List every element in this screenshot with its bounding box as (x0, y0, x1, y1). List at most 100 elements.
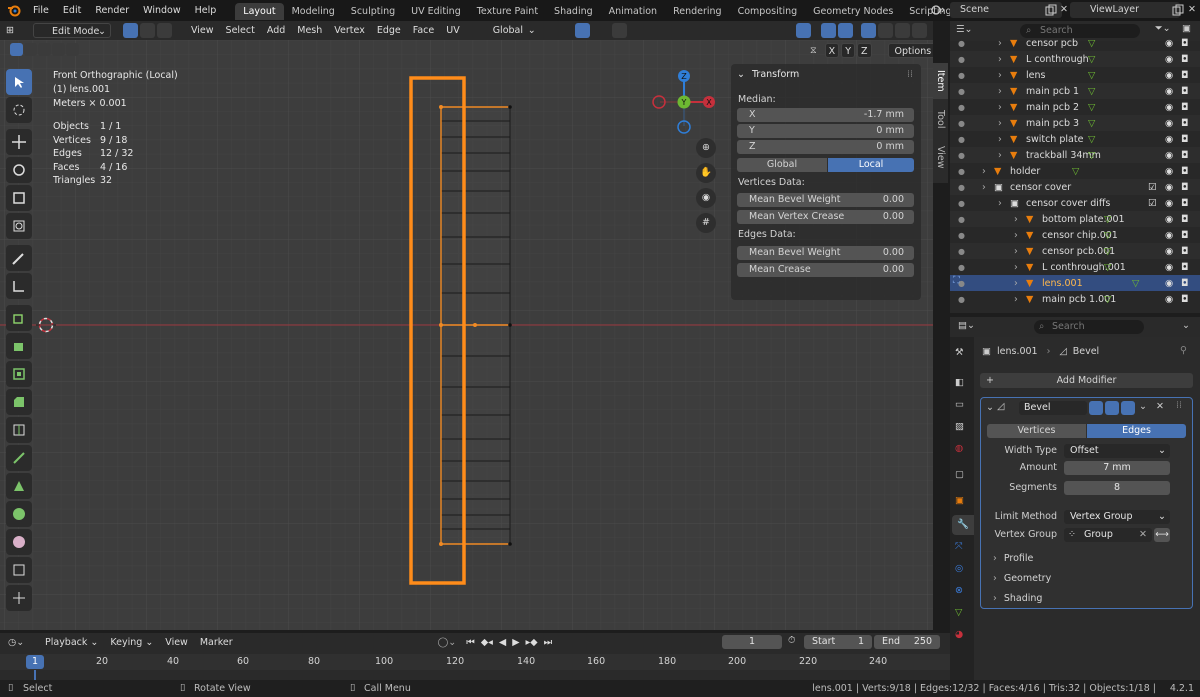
shading-rendered-icon[interactable] (911, 23, 927, 38)
snap-toggle-icon[interactable] (574, 23, 590, 38)
eye-icon[interactable]: ◉ (1165, 54, 1173, 65)
constraints-tab-icon[interactable]: ⊗ (955, 585, 963, 596)
chevron-right-icon[interactable]: › (998, 38, 1002, 49)
chevron-right-icon[interactable]: › (1014, 230, 1018, 241)
outliner-row[interactable]: ● › ▼ holder ▽ ◉ ◘ (950, 163, 1200, 179)
jump-start-icon[interactable]: ⏮ (466, 637, 475, 648)
menu-uv[interactable]: UV (441, 23, 464, 38)
edge-select-icon[interactable] (140, 23, 155, 38)
outliner-row[interactable]: ● › ▼ trackball 34mm ▽ ◉ ◘ (950, 147, 1200, 163)
extrude-icon[interactable] (6, 333, 32, 359)
jump-end-icon[interactable]: ⏭ (544, 637, 553, 648)
add-modifier-button[interactable]: + Add Modifier (980, 373, 1193, 388)
zoom-icon[interactable]: ⊕ (696, 138, 716, 158)
mode-selector[interactable]: Edit Mode ⌄ (33, 23, 111, 38)
playback-menu[interactable]: Playback ⌄ (40, 635, 103, 650)
drag-handle-icon[interactable]: ⁞⁞ (907, 69, 913, 80)
checkbox-icon[interactable]: ● (958, 55, 965, 64)
modifier-name-field[interactable]: Bevel (1019, 401, 1087, 415)
viewport-toggle-icon[interactable] (1105, 401, 1119, 415)
tab-item[interactable]: Item (933, 63, 948, 99)
data-tab-icon[interactable]: ▽ (955, 607, 962, 618)
transform-panel-header[interactable]: ⌄ Transform (737, 69, 799, 80)
properties-search-input[interactable]: ⌕ Search (1034, 320, 1144, 334)
scale-icon[interactable] (6, 185, 32, 211)
outliner-row[interactable]: ● › ▼ main pcb 1 ▽ ◉ ◘ (950, 83, 1200, 99)
move-icon[interactable] (6, 129, 32, 155)
menu-face[interactable]: Face (408, 23, 439, 38)
prev-keyframe-icon[interactable]: ◆◂ (481, 637, 493, 648)
close-icon[interactable]: ✕ (1156, 401, 1164, 412)
workspace-tab-texture-paint[interactable]: Texture Paint (469, 3, 546, 20)
camera-icon[interactable]: ◘ (1181, 246, 1189, 257)
outliner-row[interactable]: ● › ▼ switch plate ▽ ◉ ◘ (950, 131, 1200, 147)
camera-icon[interactable]: ◘ (1181, 54, 1189, 65)
menu-file[interactable]: File (26, 0, 56, 21)
eye-icon[interactable]: ◉ (1165, 230, 1173, 241)
options-button[interactable]: Options ⌄ (887, 43, 933, 58)
mirror-x-toggle[interactable]: X (824, 43, 840, 58)
view-layer-tab-icon[interactable]: ▨ (955, 421, 964, 432)
global-space-button[interactable]: Global (737, 158, 827, 172)
eye-icon[interactable]: ◉ (1165, 198, 1173, 209)
edge-slide-icon[interactable] (6, 557, 32, 583)
invert-group-icon[interactable]: ⟷ (1154, 528, 1170, 542)
cursor-tool-icon[interactable] (6, 97, 32, 123)
eye-icon[interactable]: ◉ (1165, 278, 1173, 289)
view-layer-selector[interactable]: ViewLayer (1070, 2, 1180, 18)
chevron-right-icon[interactable]: › (1014, 262, 1018, 273)
checkbox-icon[interactable]: ● (958, 151, 965, 160)
menu-window[interactable]: Window (136, 0, 187, 21)
smooth-icon[interactable] (6, 529, 32, 555)
chevron-right-icon[interactable]: › (1014, 278, 1018, 289)
local-space-button[interactable]: Local (828, 158, 914, 172)
edit-mode-toggle-icon[interactable] (1089, 401, 1103, 415)
chevron-down-icon[interactable]: ⌄ (986, 402, 994, 413)
select-extend-icon[interactable] (24, 43, 37, 56)
checkbox-icon[interactable]: ● (958, 135, 965, 144)
checkbox-icon[interactable]: ● (958, 199, 965, 208)
overlay-icon[interactable] (820, 23, 836, 38)
eye-icon[interactable]: ◉ (1165, 166, 1173, 177)
subpanel-geometry[interactable]: › Geometry (993, 573, 1051, 584)
outliner-row[interactable]: ● › ▼ main pcb 3 ▽ ◉ ◘ (950, 115, 1200, 131)
scene-icon[interactable] (929, 2, 949, 19)
segments-field[interactable]: 8 (1064, 481, 1170, 495)
editor-type-icon[interactable]: ☰⌄ (956, 24, 972, 35)
affect-vertices-button[interactable]: Vertices (987, 424, 1086, 438)
world-tab-icon[interactable]: ▢ (955, 469, 964, 480)
spin-icon[interactable] (6, 501, 32, 527)
menu-view[interactable]: View (186, 23, 219, 38)
playhead-frame[interactable]: 1 (26, 655, 44, 669)
eye-icon[interactable]: ◉ (1165, 246, 1173, 257)
affect-edges-button[interactable]: Edges (1087, 424, 1186, 438)
eye-icon[interactable]: ◉ (1165, 150, 1173, 161)
eye-icon[interactable]: ◉ (1165, 102, 1173, 113)
outliner-row[interactable]: ● › ▼ censor pcb.001 ▽ ◉ ◘ (950, 243, 1200, 259)
output-tab-icon[interactable]: ▭ (955, 399, 964, 410)
chevron-right-icon[interactable]: › (982, 182, 986, 193)
width-type-dropdown[interactable]: Offset ⌄ (1064, 444, 1170, 458)
outliner-row[interactable]: ● › ▼ censor pcb ▽ ◉ ◘ (950, 35, 1200, 51)
copy-icon[interactable] (1172, 4, 1184, 16)
checkbox-icon[interactable]: ● (958, 87, 965, 96)
menu-render[interactable]: Render (88, 0, 136, 21)
material-tab-icon[interactable]: ◕ (955, 629, 963, 640)
camera-icon[interactable]: ◘ (1181, 214, 1189, 225)
timeline-view-menu[interactable]: View (160, 635, 193, 650)
mirror-y-toggle[interactable]: Y (841, 43, 855, 58)
transform-icon[interactable] (6, 213, 32, 239)
outliner-row[interactable]: ● › ▣ censor cover diffs ☑ ◉ ◘ (950, 195, 1200, 211)
play-reverse-icon[interactable]: ◀ (499, 637, 506, 648)
face-select-icon[interactable] (157, 23, 172, 38)
chevron-right-icon[interactable]: › (998, 150, 1002, 161)
object-tab-icon[interactable]: ▣ (955, 495, 964, 506)
checkbox-icon[interactable]: ● (958, 103, 965, 112)
checkbox-icon[interactable]: ● (958, 167, 965, 176)
keying-menu[interactable]: Keying ⌄ (105, 635, 158, 650)
navigation-gizmo[interactable]: Z Y X (650, 69, 720, 137)
proportional-edit-icon[interactable] (611, 23, 627, 38)
outliner-row[interactable]: ● › ▼ bottom plate.001 ▽ ◉ ◘ (950, 211, 1200, 227)
close-icon[interactable]: ✕ (1188, 4, 1200, 16)
chevron-right-icon[interactable]: › (998, 134, 1002, 145)
